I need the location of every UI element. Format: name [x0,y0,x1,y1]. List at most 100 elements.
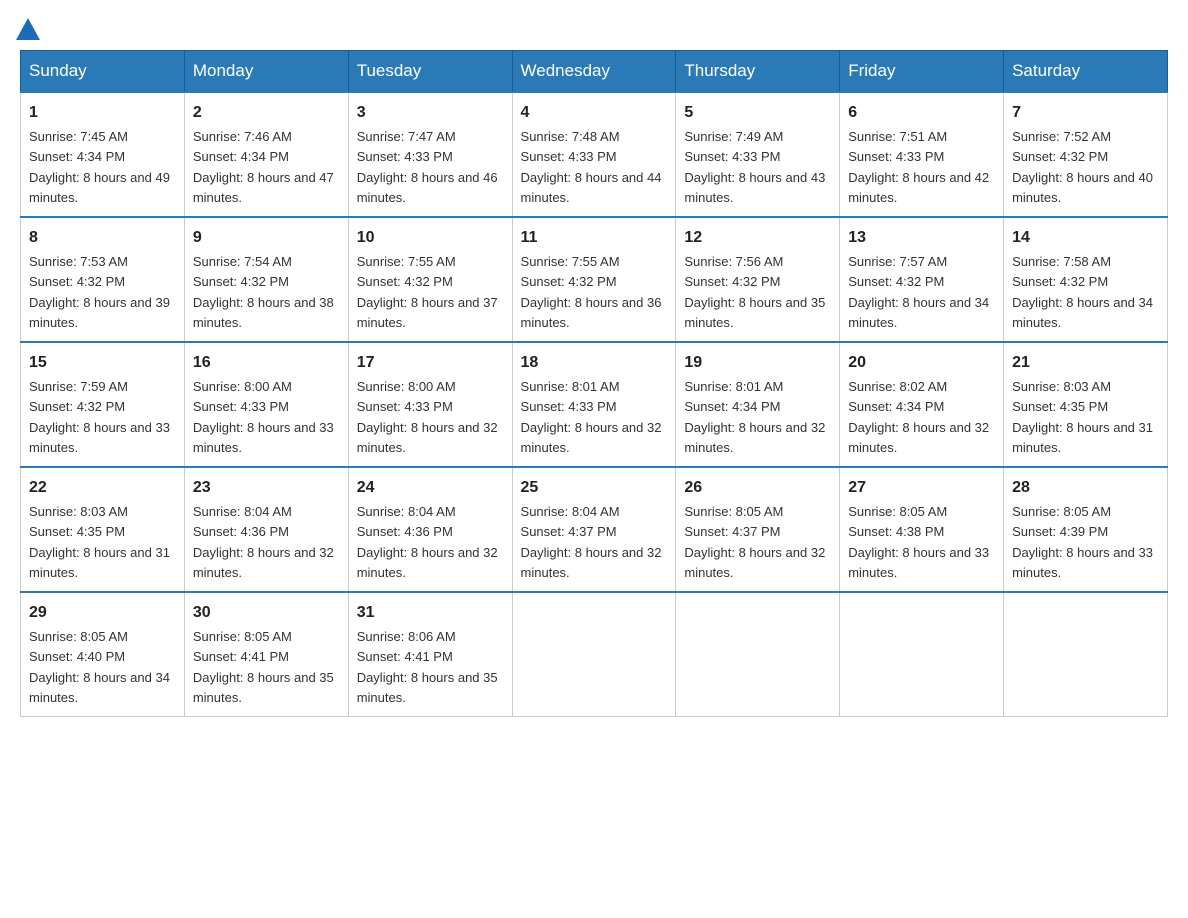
calendar-cell: 2 Sunrise: 7:46 AMSunset: 4:34 PMDayligh… [184,92,348,217]
day-number: 16 [193,351,340,375]
calendar-cell: 21 Sunrise: 8:03 AMSunset: 4:35 PMDaylig… [1004,342,1168,467]
calendar-cell: 24 Sunrise: 8:04 AMSunset: 4:36 PMDaylig… [348,467,512,592]
day-number: 1 [29,101,176,125]
day-number: 7 [1012,101,1159,125]
calendar-cell: 20 Sunrise: 8:02 AMSunset: 4:34 PMDaylig… [840,342,1004,467]
day-number: 20 [848,351,995,375]
week-row-5: 29 Sunrise: 8:05 AMSunset: 4:40 PMDaylig… [21,592,1168,717]
day-info: Sunrise: 7:58 AMSunset: 4:32 PMDaylight:… [1012,254,1153,330]
calendar-cell: 23 Sunrise: 8:04 AMSunset: 4:36 PMDaylig… [184,467,348,592]
calendar-cell: 25 Sunrise: 8:04 AMSunset: 4:37 PMDaylig… [512,467,676,592]
day-number: 19 [684,351,831,375]
day-number: 31 [357,601,504,625]
day-info: Sunrise: 7:55 AMSunset: 4:32 PMDaylight:… [521,254,662,330]
day-info: Sunrise: 8:00 AMSunset: 4:33 PMDaylight:… [357,379,498,455]
calendar-cell: 4 Sunrise: 7:48 AMSunset: 4:33 PMDayligh… [512,92,676,217]
day-info: Sunrise: 8:04 AMSunset: 4:36 PMDaylight:… [357,504,498,580]
calendar-cell: 11 Sunrise: 7:55 AMSunset: 4:32 PMDaylig… [512,217,676,342]
day-info: Sunrise: 8:05 AMSunset: 4:40 PMDaylight:… [29,629,170,705]
calendar-header-row: SundayMondayTuesdayWednesdayThursdayFrid… [21,51,1168,93]
calendar-cell: 3 Sunrise: 7:47 AMSunset: 4:33 PMDayligh… [348,92,512,217]
day-info: Sunrise: 7:48 AMSunset: 4:33 PMDaylight:… [521,129,662,205]
calendar-cell: 6 Sunrise: 7:51 AMSunset: 4:33 PMDayligh… [840,92,1004,217]
day-info: Sunrise: 7:49 AMSunset: 4:33 PMDaylight:… [684,129,825,205]
calendar-cell: 19 Sunrise: 8:01 AMSunset: 4:34 PMDaylig… [676,342,840,467]
day-info: Sunrise: 7:55 AMSunset: 4:32 PMDaylight:… [357,254,498,330]
calendar-cell: 8 Sunrise: 7:53 AMSunset: 4:32 PMDayligh… [21,217,185,342]
calendar-cell: 17 Sunrise: 8:00 AMSunset: 4:33 PMDaylig… [348,342,512,467]
day-info: Sunrise: 8:00 AMSunset: 4:33 PMDaylight:… [193,379,334,455]
day-number: 6 [848,101,995,125]
day-info: Sunrise: 8:01 AMSunset: 4:33 PMDaylight:… [521,379,662,455]
column-header-wednesday: Wednesday [512,51,676,93]
day-info: Sunrise: 8:04 AMSunset: 4:37 PMDaylight:… [521,504,662,580]
calendar-cell: 31 Sunrise: 8:06 AMSunset: 4:41 PMDaylig… [348,592,512,717]
day-number: 5 [684,101,831,125]
day-info: Sunrise: 7:54 AMSunset: 4:32 PMDaylight:… [193,254,334,330]
calendar-cell: 9 Sunrise: 7:54 AMSunset: 4:32 PMDayligh… [184,217,348,342]
calendar-cell [676,592,840,717]
calendar-cell: 15 Sunrise: 7:59 AMSunset: 4:32 PMDaylig… [21,342,185,467]
calendar-cell: 1 Sunrise: 7:45 AMSunset: 4:34 PMDayligh… [21,92,185,217]
day-info: Sunrise: 8:06 AMSunset: 4:41 PMDaylight:… [357,629,498,705]
logo [20,20,40,40]
day-info: Sunrise: 8:05 AMSunset: 4:41 PMDaylight:… [193,629,334,705]
day-number: 3 [357,101,504,125]
day-info: Sunrise: 8:03 AMSunset: 4:35 PMDaylight:… [29,504,170,580]
calendar-cell: 7 Sunrise: 7:52 AMSunset: 4:32 PMDayligh… [1004,92,1168,217]
calendar-cell: 16 Sunrise: 8:00 AMSunset: 4:33 PMDaylig… [184,342,348,467]
calendar-cell [840,592,1004,717]
day-number: 17 [357,351,504,375]
day-info: Sunrise: 8:01 AMSunset: 4:34 PMDaylight:… [684,379,825,455]
day-number: 25 [521,476,668,500]
day-number: 23 [193,476,340,500]
day-number: 12 [684,226,831,250]
day-number: 10 [357,226,504,250]
calendar-cell: 14 Sunrise: 7:58 AMSunset: 4:32 PMDaylig… [1004,217,1168,342]
calendar-cell: 18 Sunrise: 8:01 AMSunset: 4:33 PMDaylig… [512,342,676,467]
column-header-tuesday: Tuesday [348,51,512,93]
calendar-cell: 28 Sunrise: 8:05 AMSunset: 4:39 PMDaylig… [1004,467,1168,592]
column-header-monday: Monday [184,51,348,93]
day-info: Sunrise: 7:56 AMSunset: 4:32 PMDaylight:… [684,254,825,330]
page-header [20,20,1168,40]
day-number: 15 [29,351,176,375]
day-number: 8 [29,226,176,250]
day-number: 13 [848,226,995,250]
column-header-saturday: Saturday [1004,51,1168,93]
day-info: Sunrise: 7:45 AMSunset: 4:34 PMDaylight:… [29,129,170,205]
week-row-2: 8 Sunrise: 7:53 AMSunset: 4:32 PMDayligh… [21,217,1168,342]
day-number: 30 [193,601,340,625]
day-info: Sunrise: 8:04 AMSunset: 4:36 PMDaylight:… [193,504,334,580]
column-header-friday: Friday [840,51,1004,93]
calendar-cell [1004,592,1168,717]
day-info: Sunrise: 7:57 AMSunset: 4:32 PMDaylight:… [848,254,989,330]
calendar-table: SundayMondayTuesdayWednesdayThursdayFrid… [20,50,1168,717]
calendar-cell: 26 Sunrise: 8:05 AMSunset: 4:37 PMDaylig… [676,467,840,592]
day-info: Sunrise: 7:59 AMSunset: 4:32 PMDaylight:… [29,379,170,455]
week-row-3: 15 Sunrise: 7:59 AMSunset: 4:32 PMDaylig… [21,342,1168,467]
calendar-cell: 13 Sunrise: 7:57 AMSunset: 4:32 PMDaylig… [840,217,1004,342]
week-row-4: 22 Sunrise: 8:03 AMSunset: 4:35 PMDaylig… [21,467,1168,592]
calendar-cell: 27 Sunrise: 8:05 AMSunset: 4:38 PMDaylig… [840,467,1004,592]
day-number: 4 [521,101,668,125]
day-number: 9 [193,226,340,250]
day-info: Sunrise: 8:03 AMSunset: 4:35 PMDaylight:… [1012,379,1153,455]
day-info: Sunrise: 7:53 AMSunset: 4:32 PMDaylight:… [29,254,170,330]
day-info: Sunrise: 7:52 AMSunset: 4:32 PMDaylight:… [1012,129,1153,205]
calendar-cell [512,592,676,717]
day-number: 26 [684,476,831,500]
calendar-cell: 10 Sunrise: 7:55 AMSunset: 4:32 PMDaylig… [348,217,512,342]
day-number: 27 [848,476,995,500]
calendar-cell: 22 Sunrise: 8:03 AMSunset: 4:35 PMDaylig… [21,467,185,592]
day-number: 24 [357,476,504,500]
day-number: 21 [1012,351,1159,375]
day-number: 18 [521,351,668,375]
day-info: Sunrise: 8:02 AMSunset: 4:34 PMDaylight:… [848,379,989,455]
column-header-sunday: Sunday [21,51,185,93]
calendar-cell: 29 Sunrise: 8:05 AMSunset: 4:40 PMDaylig… [21,592,185,717]
day-number: 14 [1012,226,1159,250]
logo-triangle-icon [16,18,40,40]
day-info: Sunrise: 7:51 AMSunset: 4:33 PMDaylight:… [848,129,989,205]
day-info: Sunrise: 7:47 AMSunset: 4:33 PMDaylight:… [357,129,498,205]
